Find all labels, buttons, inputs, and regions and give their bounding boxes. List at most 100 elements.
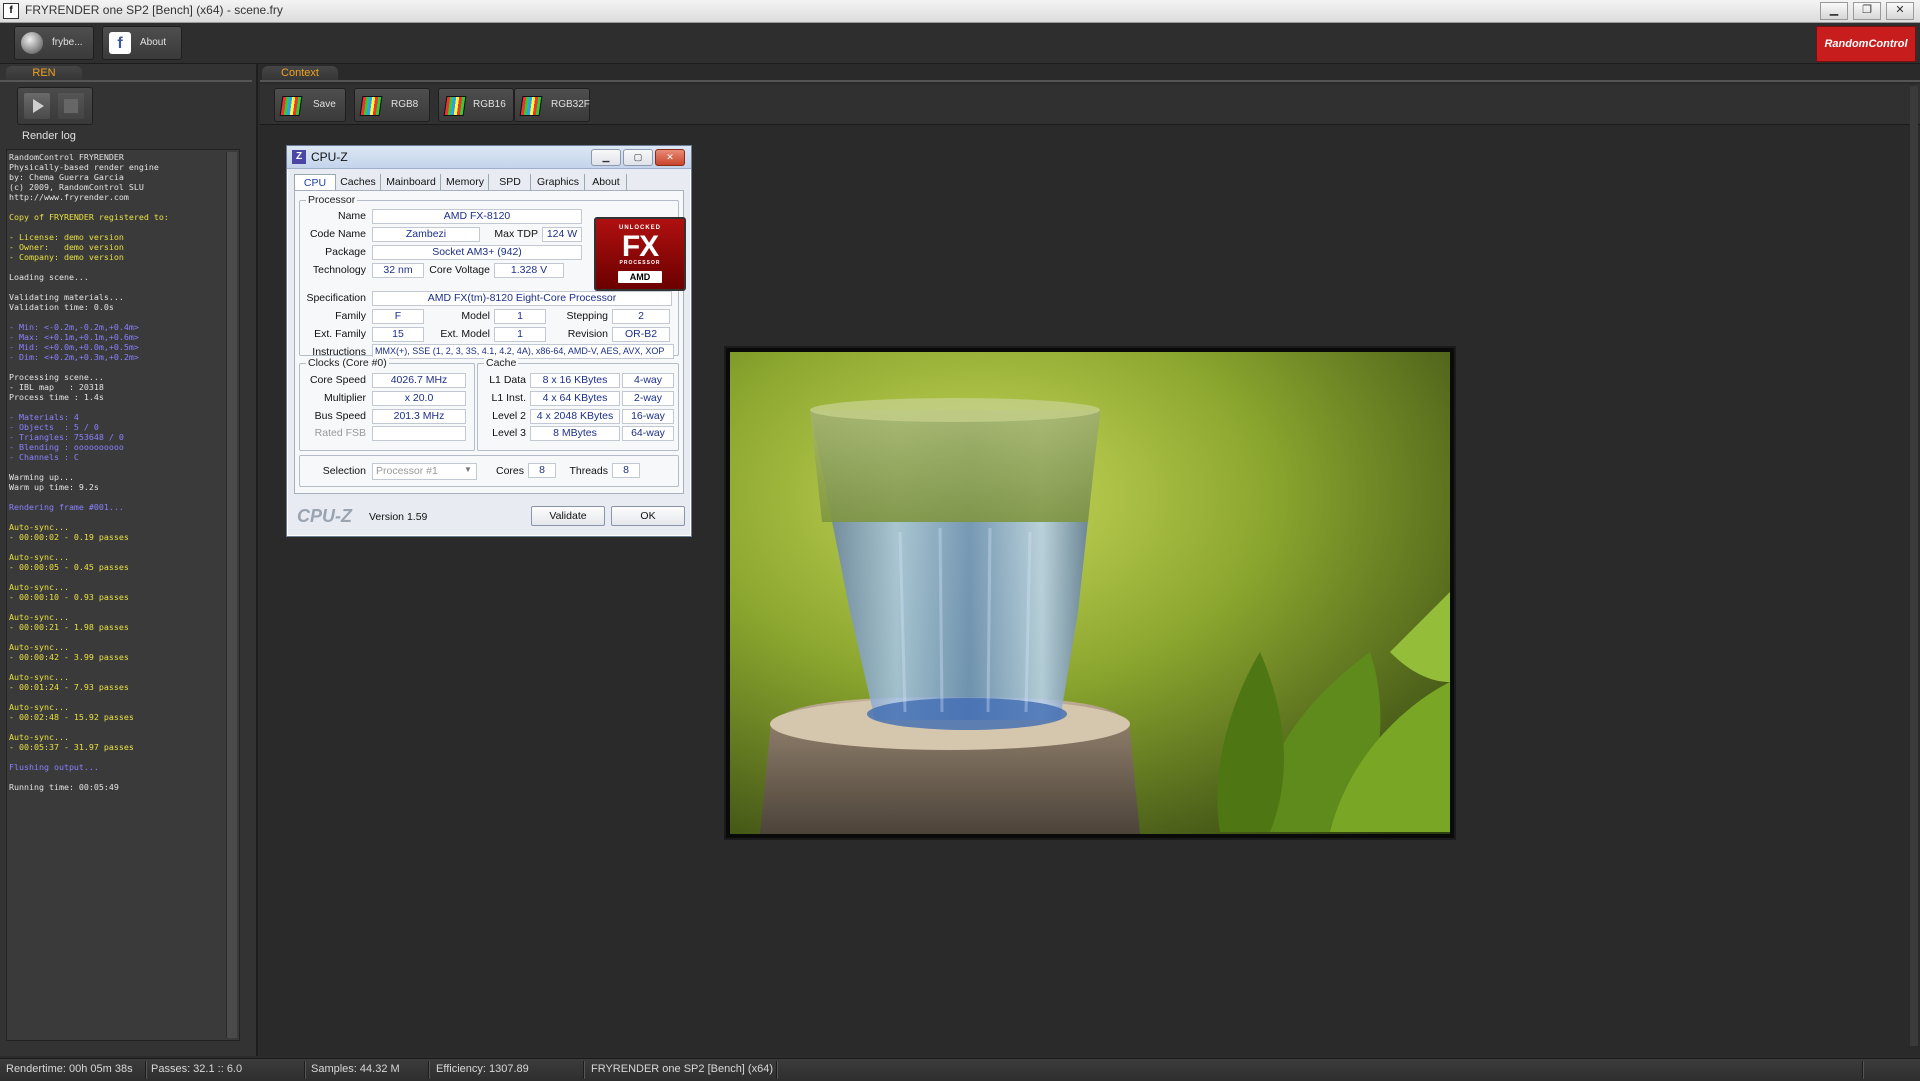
name-value: AMD FX-8120	[372, 209, 582, 224]
l1inst-size: 4 x 64 KBytes	[530, 391, 620, 406]
cpuz-tab-cpu[interactable]: CPU	[294, 174, 336, 191]
render-panel: REN Render log RandomControl FRYRENDER Ph…	[0, 64, 258, 1056]
log-line: - Min: <-0.2m,-0.2m,+0.4m>	[9, 322, 139, 332]
family-label: Family	[335, 310, 366, 322]
cpuz-icon: Z	[292, 150, 306, 164]
log-line: - 00:00:05 - 0.45 passes	[9, 562, 129, 572]
cpuz-title: CPU-Z	[311, 150, 348, 164]
close-button[interactable]: ✕	[1886, 2, 1914, 20]
log-line: Auto-sync...	[9, 522, 69, 532]
maxtdp-label: Max TDP	[494, 228, 538, 240]
cpuz-window[interactable]: Z CPU-Z ▁ ▢ ✕ CPU Caches Mainboard Memor…	[286, 145, 692, 537]
revision-value: OR-B2	[612, 327, 670, 342]
corevoltage-value: 1.328 V	[494, 263, 564, 278]
cpuz-version: Version 1.59	[369, 511, 428, 523]
render-log[interactable]: RandomControl FRYRENDER Physically-based …	[6, 149, 240, 1041]
save-icon	[279, 96, 303, 116]
model-value: 1	[494, 309, 546, 324]
tab-ren[interactable]: REN	[6, 66, 82, 80]
cpuz-tab-graphics[interactable]: Graphics	[532, 174, 585, 190]
about-button-label: About	[140, 37, 167, 48]
tab-context[interactable]: Context	[262, 66, 338, 80]
window-title: FRYRENDER one SP2 [Bench] (x64) - scene.…	[25, 3, 283, 17]
save-button[interactable]: Save	[274, 88, 346, 122]
cpuz-tab-spd[interactable]: SPD	[490, 174, 531, 190]
cache-group-title: Cache	[484, 357, 519, 369]
log-line: - 00:02:48 - 15.92 passes	[9, 712, 134, 722]
spec-value: AMD FX(tm)-8120 Eight-Core Processor	[372, 291, 672, 306]
rgb16-button[interactable]: RGB16	[438, 88, 514, 122]
package-label: Package	[325, 246, 366, 258]
about-button[interactable]: f About	[102, 26, 182, 60]
rgb32f-button-label: RGB32F	[551, 99, 590, 110]
cpuz-maximize-button[interactable]: ▢	[623, 149, 653, 166]
cpuz-titlebar[interactable]: Z CPU-Z ▁ ▢ ✕	[287, 146, 691, 169]
corevoltage-label: Core Voltage	[429, 264, 490, 276]
log-line: - License: demo version	[9, 232, 124, 242]
log-line: Warming up...	[9, 472, 74, 482]
family-value: F	[372, 309, 424, 324]
window-titlebar[interactable]: f FRYRENDER one SP2 [Bench] (x64) - scen…	[0, 0, 1920, 23]
app-icon[interactable]: f	[3, 3, 19, 19]
processor-group: Processor Name AMD FX-8120 Code Name Zam…	[299, 194, 686, 359]
rendered-image	[730, 352, 1450, 834]
stop-button[interactable]	[58, 93, 84, 119]
cpuz-tab-mainboard[interactable]: Mainboard	[382, 174, 441, 190]
selection-label: Selection	[322, 465, 366, 477]
render-log-scrollbar[interactable]	[226, 152, 237, 1038]
l1data-size: 8 x 16 KBytes	[530, 373, 620, 388]
processor-select[interactable]: Processor #1	[372, 463, 477, 480]
minimize-button[interactable]: ▁	[1820, 2, 1848, 20]
level3-way: 64-way	[622, 426, 674, 441]
user-button[interactable]: frybe...	[14, 26, 94, 60]
cpuz-minimize-button[interactable]: ▁	[591, 149, 621, 166]
play-button[interactable]	[24, 93, 50, 119]
log-line: Auto-sync...	[9, 732, 69, 742]
render-log-lines: RandomControl FRYRENDER Physically-based …	[9, 152, 169, 792]
glass-rim-ellipse	[810, 398, 1100, 422]
restore-button[interactable]: ❐	[1853, 2, 1881, 20]
l1inst-label: L1 Inst.	[491, 392, 526, 404]
context-toolbar: Save RGB8 RGB16 RGB32F	[260, 84, 1920, 125]
cores-value: 8	[528, 463, 556, 478]
log-line: Auto-sync...	[9, 672, 69, 682]
log-line: Copy of FRYRENDER registered to:	[9, 212, 169, 222]
name-label: Name	[337, 210, 366, 222]
cpuz-tab-caches[interactable]: Caches	[336, 174, 381, 190]
log-line: - Owner: demo version	[9, 242, 124, 252]
selection-group: Selection Processor #1 ▼ Cores 8 Threads…	[299, 455, 679, 487]
log-line: Loading scene...	[9, 272, 89, 282]
log-line: - 00:00:02 - 0.19 passes	[9, 532, 129, 542]
cpuz-tab-memory[interactable]: Memory	[442, 174, 489, 190]
log-line: - Channels : C	[9, 452, 79, 462]
randomcontrol-logo[interactable]: RandomControl	[1816, 26, 1916, 62]
context-scrollbar[interactable]	[1910, 86, 1918, 1046]
log-line: - Dim: <+0.2m,+0.3m,+0.2m>	[9, 352, 139, 362]
status-separator	[304, 1061, 305, 1079]
user-button-label: frybe...	[52, 37, 83, 48]
log-line: Flushing output...	[9, 762, 99, 772]
threads-value: 8	[612, 463, 640, 478]
chevron-down-icon[interactable]: ▼	[464, 465, 472, 474]
cpuz-cpu-page: Processor Name AMD FX-8120 Code Name Zam…	[294, 190, 686, 494]
rgb8-button[interactable]: RGB8	[354, 88, 430, 122]
cpuz-footer: CPU-Z Version 1.59 Validate OK	[287, 496, 691, 534]
log-line: (c) 2009, RandomControl SLU	[9, 182, 144, 192]
validate-button[interactable]: Validate	[531, 506, 605, 526]
l1data-way: 4-way	[622, 373, 674, 388]
render-preview[interactable]	[724, 346, 1456, 840]
ok-button[interactable]: OK	[611, 506, 685, 526]
cpuz-tab-about[interactable]: About	[586, 174, 627, 190]
cpuz-close-button[interactable]: ✕	[655, 149, 685, 166]
log-line: Processing scene...	[9, 372, 104, 382]
log-line: - IBL map : 20318	[9, 382, 104, 392]
rgb32f-button[interactable]: RGB32F	[514, 88, 590, 122]
log-line: - Materials: 4	[9, 412, 79, 422]
status-separator	[776, 1061, 777, 1079]
